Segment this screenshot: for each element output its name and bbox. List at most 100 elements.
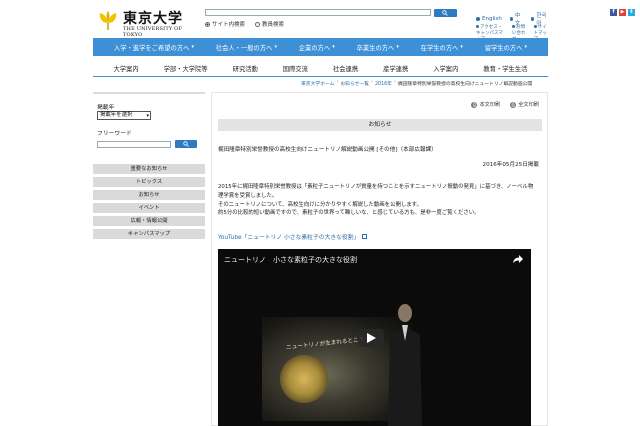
youtube-icon[interactable]: ▶ (619, 9, 626, 16)
year-select[interactable]: 掲載年を選択 ▾ (97, 111, 151, 120)
bullet-icon (533, 25, 537, 28)
chevron-down-icon: ▾ (332, 44, 335, 50)
breadcrumb-separator-icon: › (336, 80, 339, 85)
bullet-icon (512, 25, 516, 28)
video-player[interactable]: ニュートリノが生まれるところ ニュートリノ 小さな素粒子の大きな役割 (218, 249, 531, 426)
body-paragraph: 2015年に梶田隆章特別栄誉教授は「素粒子ニュートリノが質量を持つことを示すニュ… (218, 184, 534, 199)
subnav-international[interactable]: 国際交流 (283, 64, 308, 73)
play-button[interactable] (358, 329, 384, 347)
sidebar-item-pr[interactable]: 広報・情報公開 (93, 216, 205, 226)
chevron-down-icon: ▾ (460, 44, 463, 50)
subnav-research[interactable]: 研究活動 (233, 64, 258, 73)
search-scope-radios: サイト内検索 教員検索 (205, 20, 284, 28)
bullet-icon (509, 17, 513, 21)
keyword-search-button[interactable] (175, 140, 197, 148)
print-label: 本文印刷 (479, 102, 501, 108)
radio-unselected-icon (255, 21, 261, 27)
sidebar-item-important[interactable]: 重要なお知らせ (93, 164, 205, 174)
social-links: f ▶ t (610, 9, 635, 16)
bullet-icon (531, 17, 535, 21)
subnav-student-life[interactable]: 教育・学生生活 (483, 64, 527, 73)
radio-faculty-search[interactable]: 教員検索 (255, 20, 284, 28)
subnav-admissions[interactable]: 入学案内 (433, 64, 458, 73)
sub-navigation: 大学案内 学部・大学院等 研究活動 国際交流 社会連携 産学連携 入学案内 教育… (93, 62, 548, 74)
radio-label: 教員検索 (262, 22, 285, 28)
share-icon[interactable] (513, 255, 523, 263)
breadcrumb-year[interactable]: 2016年 (375, 80, 392, 87)
external-link-icon (362, 234, 368, 239)
divider (93, 76, 548, 77)
speaker-figure (388, 304, 422, 426)
lang-label: English (482, 16, 502, 22)
video-sun-glow (280, 355, 328, 403)
year-select-value: 掲載年を選択 (100, 112, 133, 118)
nav-international-students[interactable]: 留学生の方へ ▾ (485, 43, 527, 52)
body-paragraph: 約5分の比較的短い動画ですので、素粒子の世界って難しいな、と感じている方も、是非… (218, 210, 480, 217)
site-search-button[interactable] (434, 9, 457, 17)
subnav-about[interactable]: 大学案内 (113, 64, 138, 73)
lang-english-link[interactable]: English (476, 16, 502, 22)
print-all-link[interactable]: ⎙ 全文印刷 (510, 101, 539, 108)
university-logo[interactable]: 東京大学 THE UNIVERSITY OF TOKYO (93, 6, 203, 38)
site-search-input[interactable] (205, 9, 431, 16)
news-filter: 掲載年 掲載年を選択 ▾ フリーワード (93, 92, 205, 156)
nav-current-students[interactable]: 在学生の方へ ▾ (421, 43, 463, 52)
sidebar-item-topics[interactable]: トピックス (93, 177, 205, 187)
breadcrumb-news-list[interactable]: お知らせ一覧 (340, 80, 369, 87)
nav-label: 入学・進学をご希望の方へ (113, 44, 190, 52)
chevron-down-icon: ▾ (274, 44, 277, 50)
print-icon: ⎙ (471, 101, 478, 108)
print-body-link[interactable]: ⎙ 本文印刷 (471, 101, 500, 108)
radio-label: サイト内検索 (212, 22, 246, 28)
radio-site-search[interactable]: サイト内検索 (205, 20, 245, 28)
nav-general-public[interactable]: 社会人・一般の方へ ▾ (216, 43, 277, 52)
nav-label: 卒業生の方へ (356, 44, 395, 52)
facebook-icon[interactable]: f (610, 9, 617, 16)
youtube-link[interactable]: YouTube「ニュートリノ 小さな素粒子の大きな役割」 (218, 232, 368, 241)
chevron-down-icon: ▾ (191, 44, 194, 50)
ginkgo-logo-icon (99, 11, 117, 30)
sidebar-item-news[interactable]: お知らせ (93, 190, 205, 200)
bullet-icon (476, 17, 480, 21)
search-icon (442, 10, 448, 16)
chevron-down-icon: ▾ (524, 44, 528, 50)
logo-japanese-text: 東京大学 (123, 11, 183, 27)
publish-date: 2016年05月25日掲載 (482, 162, 539, 168)
print-icon: ⎙ (510, 101, 517, 108)
body-paragraph: そのニュートリノについて、高校生向けに分かりやすく解説した動画を公開します。 (218, 201, 422, 208)
sidebar-menu: 重要なお知らせ トピックス お知らせ イベント 広報・情報公開 キャンパスマップ (93, 164, 205, 242)
sidebar: 掲載年 掲載年を選択 ▾ フリーワード 重要なお知らせ トピックス お知らせ イ… (93, 92, 205, 426)
nav-companies[interactable]: 企業の方へ ▾ (299, 43, 335, 52)
sidebar-item-campus-map[interactable]: キャンパスマップ (93, 229, 205, 239)
radio-selected-icon (205, 21, 210, 27)
article-content: ⎙ 本文印刷 ⎙ 全文印刷 お知らせ 梶田隆章特別栄誉教授の高校生向けニュートリノ解… (211, 92, 548, 426)
breadcrumb-current: 梶田隆章特別栄誉教授の高校生向けニュートリノ解説動画公開 (397, 82, 533, 87)
breadcrumb-home[interactable]: 東京大学ホーム (301, 80, 334, 87)
logo-english-text: THE UNIVERSITY OF TOKYO (123, 26, 183, 38)
play-icon (367, 333, 376, 343)
year-label: 掲載年 (97, 105, 115, 111)
subnav-faculties[interactable]: 学部・大学院等 (164, 64, 208, 73)
keyword-label: フリーワード (97, 131, 132, 137)
sidebar-item-events[interactable]: イベント (93, 203, 205, 213)
print-links: ⎙ 本文印刷 ⎙ 全文印刷 (471, 101, 539, 108)
twitter-icon[interactable]: t (628, 9, 635, 16)
page: 東京大学 THE UNIVERSITY OF TOKYO サイト内検索 教員検索… (93, 0, 635, 426)
nav-label: 社会人・一般の方へ (215, 44, 273, 52)
video-title: ニュートリノ 小さな素粒子の大きな役割 (224, 256, 357, 264)
article-title: 梶田隆章特別栄誉教授の高校生向けニュートリノ解説動画公開 [その他]（本部広報課… (218, 147, 437, 153)
article-body: 2015年に梶田隆章特別栄誉教授は「素粒子ニュートリノが質量を持つことを示すニュ… (218, 183, 538, 218)
section-title: お知らせ (218, 119, 542, 131)
subnav-social[interactable]: 社会連携 (333, 64, 358, 73)
breadcrumb: 東京大学ホーム › お知らせ一覧 › 2016年 › 梶田隆章特別栄誉教授の高校… (301, 80, 532, 87)
nav-alumni[interactable]: 卒業生の方へ ▾ (357, 43, 399, 52)
main-navigation: 入学・進学をご希望の方へ ▾ 社会人・一般の方へ ▾ 企業の方へ ▾ 卒業生の方へ ▾ … (93, 38, 548, 56)
bullet-icon (476, 25, 479, 28)
keyword-input[interactable] (97, 141, 171, 148)
search-icon (183, 141, 189, 147)
nav-label: 企業の方へ (298, 44, 331, 52)
nav-prospective-students[interactable]: 入学・進学をご希望の方へ ▾ (114, 43, 194, 52)
subnav-industry[interactable]: 産学連携 (383, 64, 408, 73)
print-label: 全文印刷 (518, 102, 539, 108)
youtube-link-text: YouTube「ニュートリノ 小さな素粒子の大きな役割」 (218, 235, 360, 241)
